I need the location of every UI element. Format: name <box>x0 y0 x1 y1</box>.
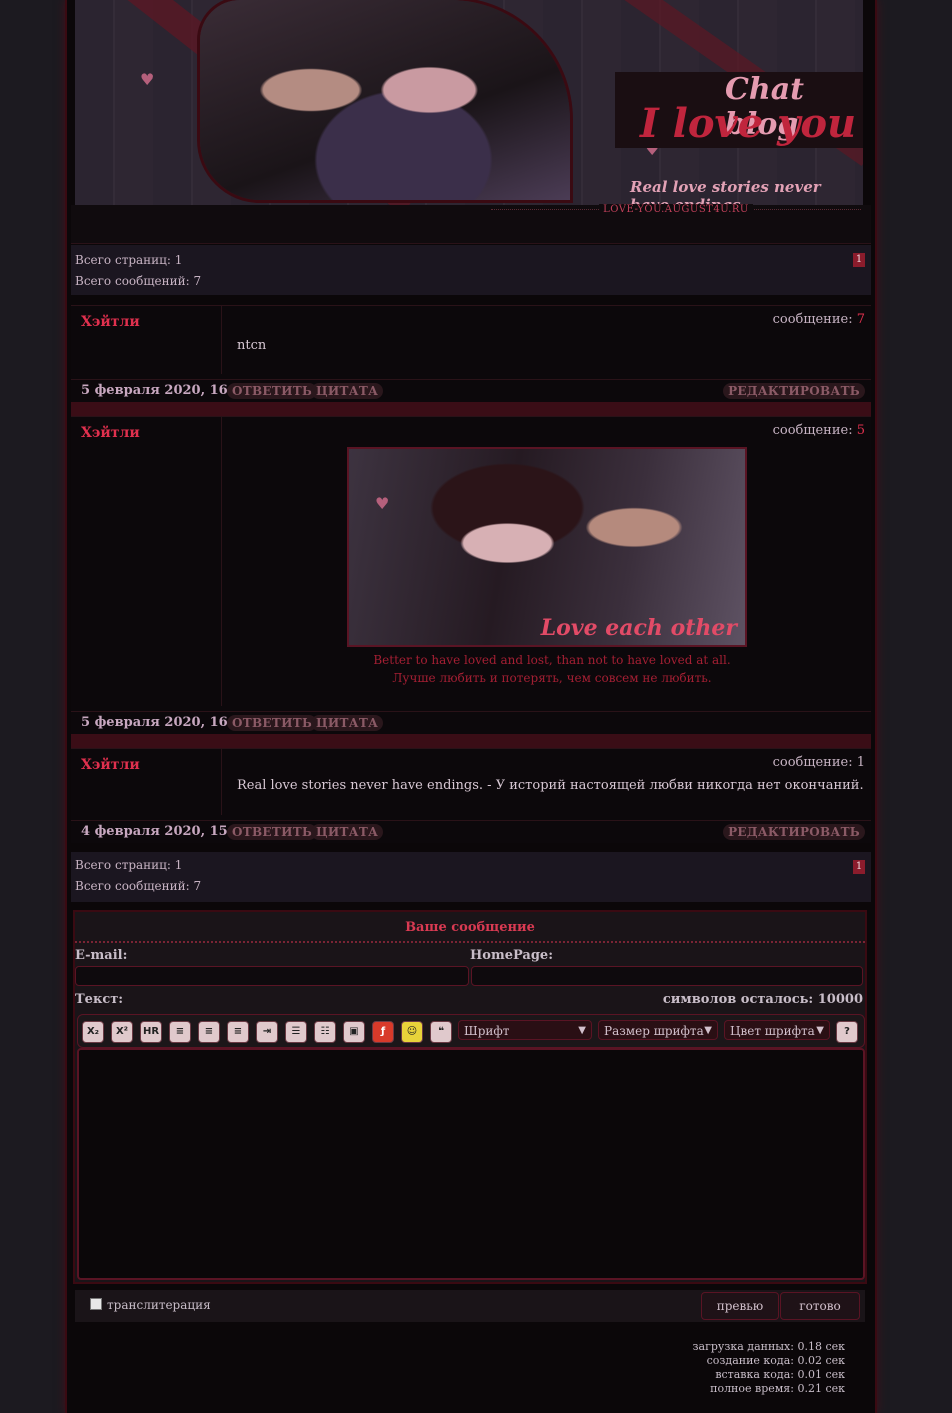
chars-left: символов осталось: 10000 <box>662 992 863 1007</box>
edit-button[interactable]: РЕДАКТИРОВАТЬ <box>723 383 865 399</box>
post-footer: 5 февраля 2020, 16:26: ОТВЕТИТЬ ЦИТАТА <box>71 711 871 734</box>
chevron-down-icon: ▼ <box>816 1025 824 1036</box>
align-right-icon[interactable]: ≡ <box>227 1021 249 1043</box>
heart-icon: ♥ <box>375 494 390 513</box>
submit-button[interactable]: готово <box>780 1292 860 1320</box>
page-stats: загрузка данных: 0.18 сек создание кода:… <box>693 1340 845 1396</box>
page-link[interactable]: 1 <box>853 860 865 874</box>
post-author[interactable]: Хэйтли <box>81 757 140 773</box>
bullet-list-icon[interactable]: ☰ <box>285 1021 307 1043</box>
post-author[interactable]: Хэйтли <box>81 314 140 330</box>
stat-load: загрузка данных: 0.18 сек <box>692 1340 845 1353</box>
align-left-icon[interactable]: ≡ <box>169 1021 191 1043</box>
form-divider <box>75 941 865 943</box>
subscript-button[interactable]: X₂ <box>82 1021 104 1043</box>
editor-toolbar: X₂ X² HR ≡ ≡ ≡ ⇥ ☰ ☷ ▣ ƒ ☺ ❝ Шрифт ▼ Разм… <box>77 1014 865 1048</box>
post-image: ♥ Love each other <box>347 447 747 647</box>
hr-button[interactable]: HR <box>140 1021 162 1043</box>
post-separator <box>71 734 871 748</box>
stat-insert: вставка кода: 0.01 сек <box>715 1368 845 1381</box>
total-pages: Всего страниц: 1 <box>75 253 183 267</box>
post: Хэйтли сообщение: 5 ♥ Love each other Be… <box>71 416 871 734</box>
page-container: ♥ ♥ Chat blog I love you Real love stori… <box>67 0 875 1413</box>
post-number-value: 1 <box>856 755 865 770</box>
reply-button[interactable]: ОТВЕТИТЬ <box>227 715 318 731</box>
post-footer: 4 февраля 2020, 15:53: ОТВЕТИТЬ ЦИТАТА Р… <box>71 820 871 843</box>
post-text: Real love stories never have endings. - … <box>237 778 864 793</box>
image-icon[interactable]: ▣ <box>343 1021 365 1043</box>
reply-button[interactable]: ОТВЕТИТЬ <box>227 383 318 399</box>
site-url-text[interactable]: LOVE-YOU.AUGUST4U.RU <box>599 204 753 215</box>
font-color-label: Цвет шрифта <box>730 1024 815 1038</box>
post-author-col: Хэйтли <box>71 749 222 815</box>
preview-button[interactable]: превью <box>701 1292 779 1320</box>
top-bar: LOVE-YOU.AUGUST4U.RU <box>71 204 871 244</box>
total-messages: Всего сообщений: 7 <box>75 274 202 288</box>
font-color-select[interactable]: Цвет шрифта ▼ <box>724 1020 830 1040</box>
homepage-field[interactable] <box>471 966 863 986</box>
flash-icon[interactable]: ƒ <box>372 1021 394 1043</box>
heart-icon: ♥ <box>140 70 155 89</box>
post-author[interactable]: Хэйтли <box>81 425 140 441</box>
font-select-label: Шрифт <box>464 1024 510 1038</box>
post-separator <box>71 402 871 416</box>
font-size-label: Размер шрифта <box>604 1024 704 1038</box>
homepage-label: HomePage: <box>470 948 553 963</box>
post-number-value: 7 <box>856 312 865 327</box>
post-number-value: 5 <box>856 423 865 438</box>
post-number-label: сообщение: <box>772 423 853 438</box>
quote-button[interactable]: ЦИТАТА <box>311 824 384 840</box>
email-label: E-mail: <box>75 948 128 963</box>
post-number-label: сообщение: <box>772 312 853 327</box>
form-title: Ваше сообщение <box>405 920 535 935</box>
stat-total: полное время: 0.21 сек <box>710 1382 845 1395</box>
post-number: сообщение: 1 <box>773 755 865 770</box>
reply-form: Ваше сообщение E-mail: HomePage: Текст: … <box>75 912 865 1282</box>
align-center-icon[interactable]: ≡ <box>198 1021 220 1043</box>
total-messages: Всего сообщений: 7 <box>75 879 202 893</box>
quote-icon[interactable]: ❝ <box>430 1021 452 1043</box>
image-caption: Love each other <box>540 615 737 641</box>
text-label: Текст: <box>75 992 124 1007</box>
site-url[interactable]: LOVE-YOU.AUGUST4U.RU <box>491 204 861 221</box>
post-author-col: Хэйтли <box>71 417 222 706</box>
form-actions: транслитерация превью готово <box>75 1290 865 1322</box>
font-size-select[interactable]: Размер шрифта ▼ <box>598 1020 718 1040</box>
post-number: сообщение: 7 <box>773 312 865 327</box>
post-number-label: сообщение: <box>772 755 853 770</box>
header-banner: ♥ ♥ Chat blog I love you Real love stori… <box>75 0 863 205</box>
pagination-bottom: Всего страниц: 1 Всего сообщений: 7 1 <box>71 852 871 902</box>
chevron-down-icon: ▼ <box>578 1025 586 1036</box>
post: Хэйтли сообщение: 1 Real love stories ne… <box>71 748 871 843</box>
reply-button[interactable]: ОТВЕТИТЬ <box>227 824 318 840</box>
post: Хэйтли сообщение: 7 ntcn 5 февраля 2020,… <box>71 305 871 402</box>
smiley-icon[interactable]: ☺ <box>401 1021 423 1043</box>
translit-checkbox[interactable] <box>90 1298 102 1310</box>
numbered-list-icon[interactable]: ☷ <box>314 1021 336 1043</box>
post-author-col: Хэйтли <box>71 306 222 374</box>
blog-tagline: Real love stories never have endings <box>630 178 821 205</box>
page-link[interactable]: 1 <box>853 253 865 267</box>
post-number: сообщение: 5 <box>773 423 865 438</box>
indent-icon[interactable]: ⇥ <box>256 1021 278 1043</box>
post-text: ntcn <box>237 338 267 353</box>
quote-button[interactable]: ЦИТАТА <box>311 715 384 731</box>
blog-title-main: I love you <box>640 100 857 147</box>
couple-photo <box>200 0 570 200</box>
post-footer: 5 февраля 2020, 16:49: ОТВЕТИТЬ ЦИТАТА Р… <box>71 379 871 402</box>
edit-button[interactable]: РЕДАКТИРОВАТЬ <box>723 824 865 840</box>
message-textarea[interactable] <box>77 1048 865 1280</box>
pagination-top: Всего страниц: 1 Всего сообщений: 7 1 <box>71 245 871 295</box>
stat-create: создание кода: 0.02 сек <box>706 1354 845 1367</box>
translit-label: транслитерация <box>107 1298 211 1312</box>
quote-english: Better to have loved and lost, than not … <box>373 653 731 667</box>
email-field[interactable] <box>75 966 469 986</box>
quote-button[interactable]: ЦИТАТА <box>311 383 384 399</box>
quote-russian: Лучше любить и потерять, чем совсем не л… <box>392 671 712 685</box>
superscript-button[interactable]: X² <box>111 1021 133 1043</box>
chevron-down-icon: ▼ <box>704 1025 712 1036</box>
total-pages: Всего страниц: 1 <box>75 858 183 872</box>
help-button[interactable]: ? <box>836 1021 858 1043</box>
font-select[interactable]: Шрифт ▼ <box>458 1020 592 1040</box>
